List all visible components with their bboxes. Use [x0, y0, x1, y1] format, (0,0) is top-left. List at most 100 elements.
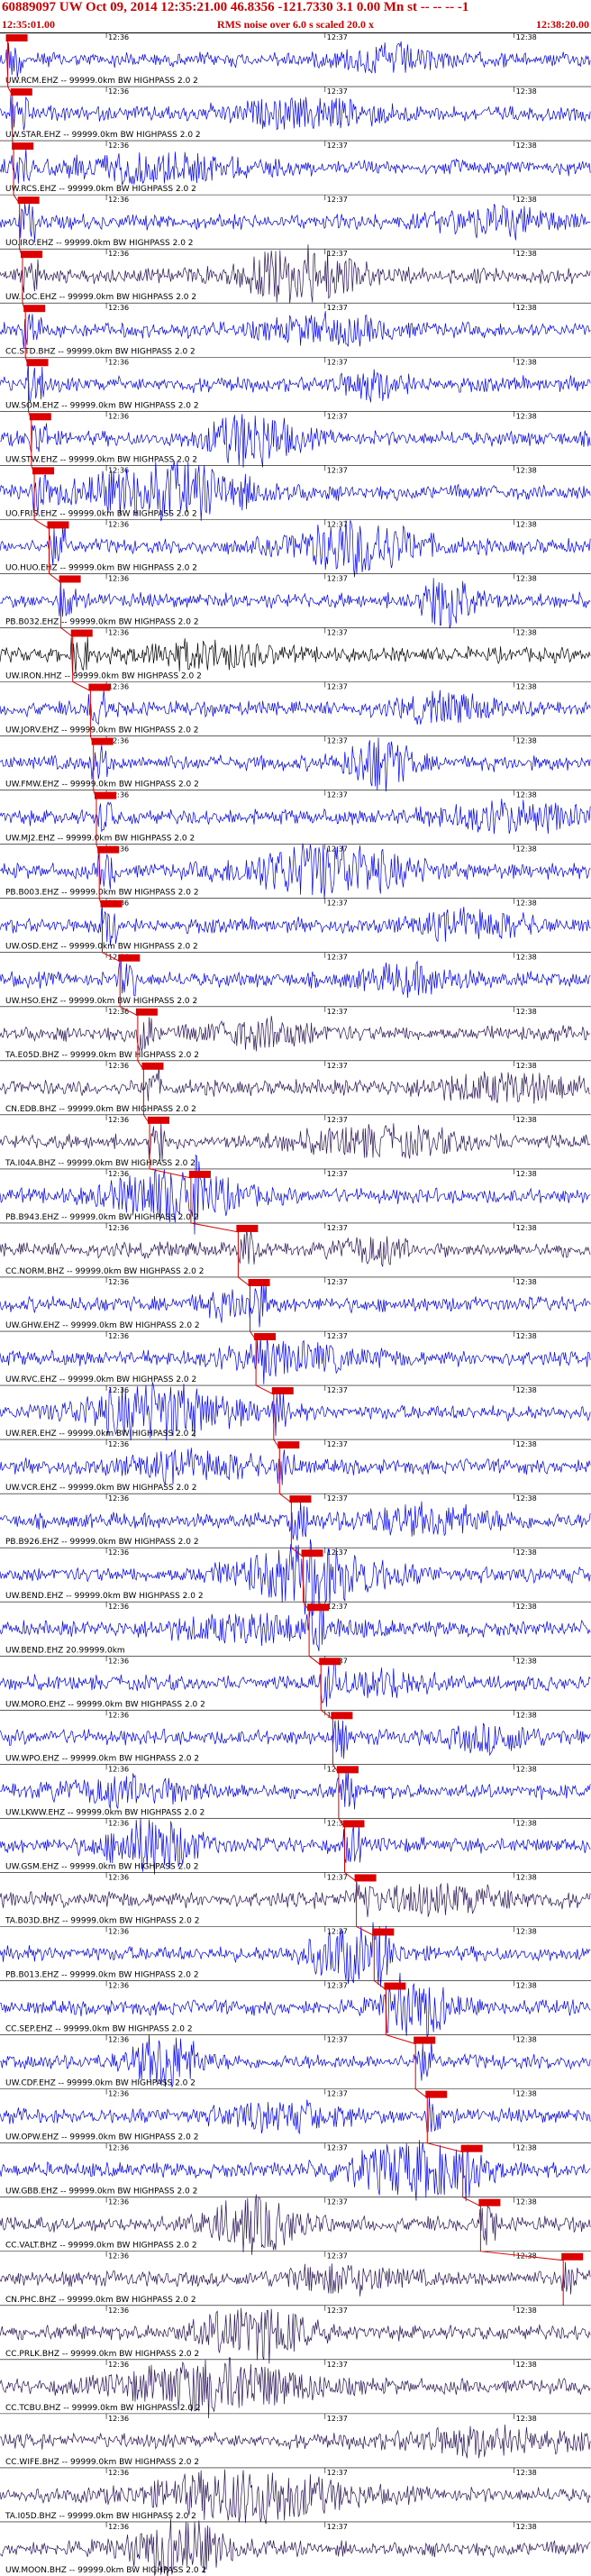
pick-marker — [141, 1062, 164, 1070]
pick-marker — [336, 1766, 359, 1774]
time-tick-label: 12:36 — [108, 1603, 129, 1611]
time-tick-label: 12:38 — [516, 1819, 537, 1827]
trace-row: 12:36 12:37 12:38CN.PHC.BHZ -- 99999.0km B… — [0, 2251, 591, 2305]
trace-label: UW.RER.EHZ -- 99999.0km BW HIGHPASS 2.0 … — [5, 1430, 196, 1439]
time-tick-label: 12:38 — [516, 1332, 537, 1340]
waveform-trace — [0, 311, 591, 349]
time-tick-label: 12:38 — [516, 1765, 537, 1773]
time-tick-label: 12:36 — [108, 33, 129, 41]
time-tick-label: 12:36 — [108, 2307, 129, 2315]
trace-label: CC.WIFE.BHZ -- 99999.0km BW HIGHPASS 2.0… — [5, 2458, 199, 2467]
trace-label: UW.LKWW.EHZ -- 99999.0km BW HIGHPASS 2.0… — [5, 1808, 205, 1817]
trace-row: 12:36 12:37 12:38 CC.SEP.EHZ -- 99999.0km B… — [0, 1972, 591, 2038]
time-tick-label: 12:36 — [108, 1494, 129, 1503]
time-tick-label: 12:37 — [327, 2144, 348, 2152]
time-tick-label: 12:36 — [108, 2469, 129, 2477]
waveform-trace — [0, 149, 591, 186]
time-tick-label: 12:38 — [516, 574, 537, 582]
waveform-trace — [0, 1720, 591, 1759]
pick-marker — [271, 1387, 294, 1395]
time-tick-label: 12:36 — [108, 358, 129, 366]
time-tick-label: 12:37 — [327, 2415, 348, 2423]
time-tick-label: 12:38 — [516, 1278, 537, 1286]
trace-label: PB.B943.EHZ -- 99999.0km BW HIGHPASS 2.0… — [5, 1213, 199, 1222]
time-tick-label: 12:36 — [108, 1711, 129, 1719]
trace-row: 12:36 12:37 12:38 PB.B013.EHZ -- 99999.0km … — [0, 1922, 591, 1987]
trace-row: 12:36 12:37 12:38 UW.RVC.EHZ -- 99999.0km B… — [0, 1330, 591, 1384]
trace-row: 12:36 12:37 12:38 TA.I05D.BHZ -- 99999.0km … — [0, 2467, 591, 2525]
trace-label: CC.STD.BHZ -- 99999.0km BW HIGHPASS 2.0 … — [5, 347, 195, 356]
trace-label: TA.I04A.BHZ -- 99999.0km BW HIGHPASS 2.0… — [5, 1159, 195, 1168]
trace-row: 12:3612:3712:38UW.OSD.EHZ -- 99999.0km B… — [0, 898, 591, 952]
time-tick-label: 12:37 — [327, 2198, 348, 2206]
trace-label: UW.CDF.EHZ -- 99999.0km BW HIGHPASS 2.0 … — [5, 2079, 195, 2088]
time-tick-label: 12:37 — [327, 1548, 348, 1557]
trace-row: 12:36 12:37 12:38 TA.B03D.BHZ -- 99999.0km … — [0, 1872, 591, 1925]
pick-marker — [91, 737, 114, 745]
time-tick-label: 12:38 — [516, 628, 537, 636]
time-tick-label: 12:38 — [516, 2415, 537, 2423]
time-tick-label: 12:37 — [327, 1440, 348, 1448]
trace-label: TA.E05D.BHZ -- 99999.0km BW HIGHPASS 2.0… — [5, 1051, 199, 1060]
time-tick-label: 12:36 — [108, 1819, 129, 1827]
trace-label: CC.PRLK.BHZ -- 99999.0km BW HIGHPASS 2.0… — [5, 2350, 199, 2359]
time-tick-label: 12:36 — [108, 1548, 129, 1557]
pick-marker — [32, 467, 55, 475]
time-tick-label: 12:36 — [108, 1982, 129, 1990]
trace-row: 12:36 12:37 12:38 UO.IRO.EHZ -- 99999.0km B… — [0, 194, 591, 248]
trace-label: PB.B013.EHZ -- 99999.0km BW HIGHPASS 2.0… — [5, 1971, 199, 1980]
pick-marker — [47, 521, 69, 529]
time-tick-label: 12:37 — [327, 2090, 348, 2098]
pick-marker — [248, 1278, 270, 1286]
time-tick-label: 12:38 — [516, 358, 537, 366]
trace-label: UW.STAR.EHZ -- 99999.0km BW HIGHPASS 2.0… — [5, 131, 201, 140]
time-tick-label: 12:36 — [108, 2198, 129, 2206]
time-tick-label: 12:38 — [516, 250, 537, 258]
trace-label: UO.HUO.EHZ -- 99999.0km BW HIGHPASS 2.0 … — [5, 563, 197, 572]
trace-label: UW.LOC.EHZ -- 99999.0km BW HIGHPASS 2.0 … — [5, 293, 196, 302]
time-tick-label: 12:37 — [327, 2469, 348, 2477]
pick-marker — [148, 1116, 169, 1124]
waveform-trace — [0, 2424, 591, 2459]
pick-marker — [414, 2036, 436, 2044]
trace-row: 12:36 12:37 12:38 UW.GBB.EHZ -- 99999.0km B… — [0, 2140, 591, 2202]
time-tick-label: 12:36 — [108, 412, 129, 420]
time-tick-label: 12:37 — [327, 304, 348, 312]
pick-marker — [277, 1441, 300, 1449]
waveform-trace — [0, 959, 591, 999]
pick-marker — [331, 1712, 353, 1720]
waveform-trace — [0, 907, 591, 945]
trace-label: PB.B003.EHZ -- 99999.0km BW HIGHPASS 2.0… — [5, 889, 199, 898]
time-tick-label: 12:38 — [516, 1386, 537, 1394]
waveform-trace — [0, 1882, 591, 1918]
time-tick-label: 12:37 — [327, 1494, 348, 1503]
time-tick-label: 12:38 — [516, 1440, 537, 1448]
pick-marker — [307, 1603, 330, 1612]
trace-row: 12:36 12:37 12:38 CC.NORM.BHZ -- 99999.0km … — [0, 1222, 591, 1276]
trace-label: TA.B03D.BHZ -- 99999.0km BW HIGHPASS 2.0… — [5, 1916, 199, 1925]
pick-marker — [561, 2252, 584, 2261]
time-tick-label: 12:37 — [327, 142, 348, 150]
time-tick-label: 12:38 — [516, 1116, 537, 1124]
time-tick-label: 12:36 — [108, 87, 129, 96]
pick-marker — [29, 413, 51, 421]
pick-marker — [59, 575, 81, 583]
time-tick-label: 12:36 — [108, 2252, 129, 2261]
pick-marker — [12, 142, 34, 151]
pick-marker — [70, 629, 93, 637]
trace-label: UW.JORV.EHZ -- 99999.0km BW HIGHPASS 2.0… — [5, 726, 199, 735]
trace-row: 12:36 12:37 12:38 PB.B926.EHZ -- 99999.0km … — [0, 1493, 591, 1547]
time-tick-label: 12:36 — [108, 1657, 129, 1665]
trace-row: 12:36 12:37 12:38 UO.HUO.EHZ -- 99999.0km B… — [0, 519, 591, 578]
time-tick-label: 12:37 — [327, 628, 348, 636]
pick-marker — [301, 1549, 323, 1557]
rms-note: RMS noise over 6.0 s scaled 20.0 x — [216, 18, 375, 31]
trace-row: 12:36 12:37 12:38 CC.PRLK.BHZ -- 99999.0km … — [0, 2305, 591, 2364]
trace-row: 12:36 12:37 12:38 UW.CDF.EHZ -- 99999.0km B… — [0, 2034, 591, 2088]
trace-row: 12:36 12:37 12:38 UW.RCS.EHZ -- 99999.0km B… — [0, 140, 591, 194]
time-tick-label: 12:36 — [108, 1873, 129, 1881]
trace-row: 12:36 12:37 12:38 PB.B032.EHZ -- 99999.0km … — [0, 573, 591, 629]
time-tick-label: 12:38 — [516, 196, 537, 204]
time-tick-label: 12:37 — [327, 1278, 348, 1286]
trace-label: UW.FMW.EHZ -- 99999.0km BW HIGHPASS 2.0 … — [5, 781, 199, 790]
